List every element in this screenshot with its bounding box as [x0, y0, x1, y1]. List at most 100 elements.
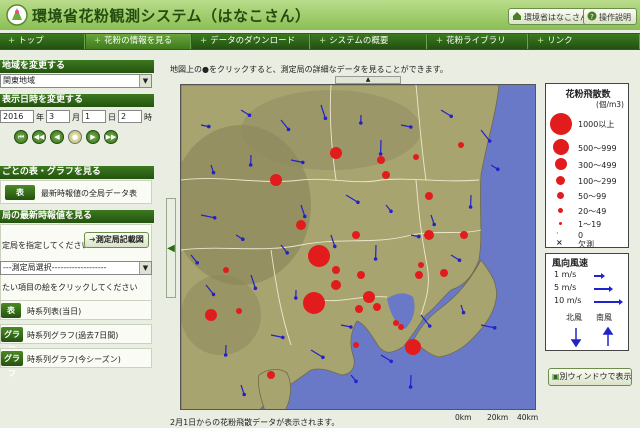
scale-label: 0km — [455, 413, 471, 422]
hour-value: 2 — [121, 112, 126, 121]
south-wind-label: 南風 — [596, 312, 612, 323]
wind-arrow-head — [410, 126, 412, 128]
pollen-station-marker[interactable] — [331, 280, 341, 290]
previous-hour-icon[interactable]: ◀ — [50, 130, 64, 144]
current-time-icon[interactable]: ● — [68, 130, 82, 144]
wind-arrow-head — [225, 354, 227, 356]
pollen-station-marker[interactable] — [267, 371, 275, 379]
legend-label: 300～499 — [578, 160, 617, 171]
pollen-station-marker[interactable] — [460, 231, 468, 239]
year-select[interactable]: 2016 — [0, 110, 34, 123]
month-suffix: 月 — [72, 112, 80, 123]
pollen-station-marker[interactable] — [332, 266, 340, 274]
pollen-station-marker[interactable] — [353, 342, 359, 348]
pollen-station-marker[interactable] — [352, 231, 360, 239]
pollen-station-marker[interactable] — [303, 292, 325, 314]
pollen-station-marker[interactable] — [418, 262, 424, 268]
tab-system-overview[interactable]: +システムの概要 — [311, 34, 427, 49]
tab-pollen-info[interactable]: +花粉の情報を見る — [86, 34, 191, 49]
timeseries-table-label[interactable]: 時系列表(当日) — [27, 306, 81, 317]
wind-arrow-head — [350, 326, 352, 328]
wind-arrow-head — [334, 245, 336, 247]
timeseries-table-button[interactable]: 表 — [1, 303, 21, 318]
collapse-map-button[interactable]: ▲ — [335, 76, 401, 84]
pollen-station-marker[interactable] — [405, 339, 421, 355]
app-title: 環境省花粉観測システム（はなこさん） — [32, 5, 311, 26]
hour-select[interactable]: 2 — [118, 110, 142, 123]
svg-text:?: ? — [590, 13, 594, 21]
legend-row: 50～99 — [546, 187, 630, 203]
pollen-station-marker[interactable] — [424, 230, 434, 240]
timeseries-season-graph-button[interactable]: グラフ — [1, 351, 23, 366]
tab-system-overview-label: システムの概要 — [329, 36, 388, 46]
tab-pollen-library[interactable]: +花粉ライブラリ — [428, 34, 528, 49]
station-select[interactable]: ---測定局選択------------------- ▼ — [0, 261, 152, 275]
scale-label: 20km — [487, 413, 508, 422]
list-item: グラフ 時系列グラフ(今シーズン) — [0, 348, 152, 368]
pollen-station-marker[interactable] — [382, 171, 390, 179]
chevron-down-icon: ▼ — [139, 75, 151, 87]
pollen-station-marker[interactable] — [296, 220, 306, 230]
help-button[interactable]: ?操作説明 — [583, 8, 637, 25]
toggle-sidebar-button[interactable]: ◀ — [166, 198, 176, 298]
pollen-station-marker[interactable] — [425, 192, 433, 200]
scale-label: 40km — [517, 413, 538, 422]
pollen-station-marker[interactable] — [236, 308, 242, 314]
tab-download[interactable]: +データのダウンロード — [192, 34, 310, 49]
next-day-icon[interactable]: ▶▶ — [104, 130, 118, 144]
pollen-station-marker[interactable] — [363, 291, 375, 303]
pollen-station-marker[interactable] — [440, 269, 448, 277]
wind-arrow-head — [243, 393, 245, 395]
day-value: 1 — [85, 112, 90, 121]
pollen-station-marker[interactable] — [398, 324, 404, 330]
open-new-window-button[interactable]: ▣別ウィンドウで表示 — [548, 368, 632, 386]
pollen-station-marker[interactable] — [413, 154, 419, 160]
timeseries-week-graph-label[interactable]: 時系列グラフ(過去7日間) — [27, 330, 118, 341]
pollen-station-marker[interactable] — [357, 271, 365, 279]
pollen-station-marker[interactable] — [393, 320, 399, 326]
table-row: 表 最新時報値の全局データ表 — [0, 180, 152, 204]
home-icon — [512, 11, 522, 21]
pollen-map[interactable] — [180, 84, 536, 410]
plus-icon: + — [436, 36, 443, 46]
timeseries-season-graph-label[interactable]: 時系列グラフ(今シーズン) — [27, 354, 121, 365]
tab-top[interactable]: +トップ — [0, 34, 85, 49]
pollen-station-marker[interactable] — [355, 305, 363, 313]
region-select[interactable]: 関東地域 ▼ — [0, 74, 152, 88]
pollen-station-marker[interactable] — [270, 174, 282, 186]
day-select[interactable]: 1 — [82, 110, 106, 123]
all-stations-table-button[interactable]: 表 — [5, 185, 35, 200]
pollen-station-marker[interactable] — [223, 267, 229, 273]
pollen-station-marker[interactable] — [458, 142, 464, 148]
legend-row: 500～999 — [546, 139, 630, 155]
pollen-station-marker[interactable] — [205, 309, 217, 321]
legend-label: 欠測 — [578, 239, 594, 250]
next-hour-icon[interactable]: ▶ — [86, 130, 100, 144]
region-select-value: 関東地域 — [3, 76, 35, 85]
month-select[interactable]: 3 — [46, 110, 70, 123]
time-navigation: ⏮ ◀◀ ◀ ● ▶ ▶▶ — [14, 130, 124, 146]
plus-icon: + — [94, 36, 101, 46]
tab-links-label: リンク — [547, 36, 573, 46]
pollen-station-marker[interactable] — [308, 245, 330, 267]
about-hanako-button[interactable]: 環境省はなこさん — [508, 8, 594, 25]
wind-arrow-head — [304, 215, 306, 217]
wind-arrow-head — [379, 153, 381, 155]
first-icon[interactable]: ⏮ — [14, 130, 28, 144]
station-map-button[interactable]: ➜測定局記載図 — [84, 232, 149, 248]
table-graph-heading: ごとの表・グラフを見る — [0, 166, 154, 179]
pollen-station-marker[interactable] — [373, 303, 381, 311]
timeseries-week-graph-button[interactable]: グラフ — [1, 327, 23, 342]
pollen-station-marker[interactable] — [330, 147, 342, 159]
wind-arrow-head — [390, 360, 392, 362]
plus-icon: + — [200, 36, 207, 46]
all-stations-table-link[interactable]: 最新時報値の全局データ表 — [41, 188, 137, 199]
tab-links[interactable]: +リンク — [529, 34, 640, 49]
previous-day-icon[interactable]: ◀◀ — [32, 130, 46, 144]
legend-marker — [550, 113, 572, 135]
wind-speed-label: 1 m/s — [554, 270, 576, 279]
pollen-station-marker[interactable] — [377, 156, 385, 164]
wind-arrow-head — [494, 327, 496, 329]
wind-speed-label: 5 m/s — [554, 283, 576, 292]
pollen-station-marker[interactable] — [415, 271, 423, 279]
